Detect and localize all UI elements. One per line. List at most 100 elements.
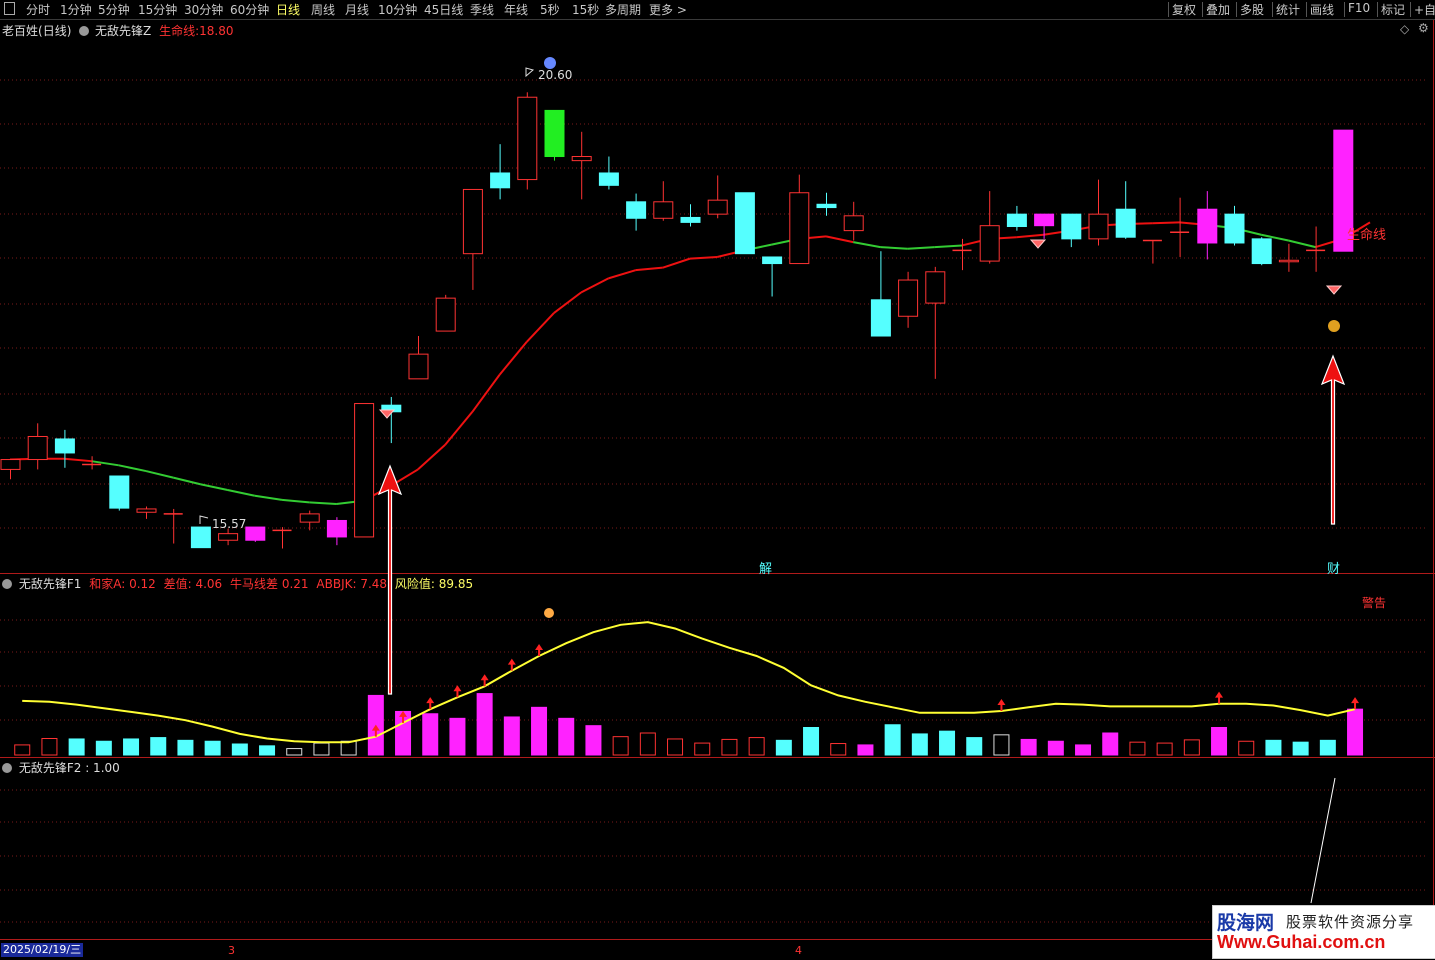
candle-body xyxy=(1034,213,1055,227)
lifeline-segment xyxy=(689,255,718,260)
watermark-slogan: 股票软件资源分享 xyxy=(1286,913,1415,931)
low-price-label: 15.57 xyxy=(212,517,247,531)
f1-indicator-name[interactable]: 无敌先锋F1 xyxy=(19,577,82,591)
candle-body xyxy=(1006,213,1027,228)
f1-item-label-2: 牛马线差 xyxy=(226,577,279,591)
candle-body xyxy=(979,225,1000,262)
watermark-url: Www.Guhai.com.cn xyxy=(1217,932,1386,952)
lifeline-segment xyxy=(281,498,310,504)
f1-bar xyxy=(830,743,847,756)
candle-body xyxy=(299,513,320,523)
f1-bar xyxy=(1102,732,1119,756)
candle-body xyxy=(109,475,130,509)
f1-bar xyxy=(123,738,140,756)
f1-bar xyxy=(340,740,357,756)
f1-up-arrow-icon xyxy=(997,699,1006,711)
lifeline-segment xyxy=(64,457,92,463)
candle-body xyxy=(653,201,674,219)
lifeline-segment xyxy=(145,470,174,479)
indicator-toggle-icon[interactable] xyxy=(79,26,90,36)
watermark-logo: 股海网 股票软件资源分享 Www.Guhai.com.cn xyxy=(1212,905,1435,959)
lifeline-segment xyxy=(580,277,609,294)
f1-bar xyxy=(204,740,221,756)
f1-bar xyxy=(41,738,58,756)
main-panel-header: 老百姓(日线) 无敌先锋Z 生命线:18.80 xyxy=(2,22,234,39)
f1-bar xyxy=(939,730,956,756)
lifeline-segment xyxy=(825,235,854,244)
warning-label: 警告 xyxy=(1362,596,1387,610)
candle-body xyxy=(1115,208,1136,238)
f1-bar xyxy=(531,706,548,756)
candle-body xyxy=(462,188,483,255)
f2-toggle-icon[interactable] xyxy=(2,763,12,773)
lifeline-segment xyxy=(662,257,691,269)
f1-bar xyxy=(1319,739,1336,756)
f1-bar xyxy=(95,740,112,756)
lifeline-segment xyxy=(553,291,582,314)
diamond-signal-icon xyxy=(378,409,396,419)
lifeline-segment xyxy=(417,443,446,471)
f1-bar xyxy=(993,734,1010,756)
f1-item-value-3: 7.48 xyxy=(356,577,388,591)
date-cursor-label: 2025/02/19/三 xyxy=(1,943,84,957)
f1-item-label-1: 差值: xyxy=(159,577,192,591)
panel-diamond-icon[interactable]: ◇ xyxy=(1400,22,1409,36)
diamond-signal-icon xyxy=(1029,239,1047,249)
lifeline-segment xyxy=(498,341,528,376)
f1-bar xyxy=(1292,741,1309,756)
f1-bar xyxy=(313,742,330,756)
date-axis-label-3: 3 xyxy=(228,944,235,957)
lifeline-segment xyxy=(635,266,663,272)
candle-body xyxy=(1088,213,1109,240)
candle-body xyxy=(571,156,592,162)
candle-body xyxy=(544,109,565,158)
f1-toggle-icon[interactable] xyxy=(2,579,12,589)
lifeline-segment xyxy=(934,244,963,249)
panel-settings-icon[interactable]: ⚙ xyxy=(1418,21,1429,35)
candle-body xyxy=(598,172,619,186)
candle-body xyxy=(0,459,21,470)
date-axis-label-4: 4 xyxy=(795,944,802,957)
f1-bar xyxy=(1047,740,1064,756)
candle-body xyxy=(54,438,75,454)
lifeline-segment xyxy=(1152,221,1180,225)
f1-bar xyxy=(286,748,303,756)
candle-body xyxy=(816,203,837,209)
f1-item-value-4: 89.85 xyxy=(434,577,474,591)
f1-bar xyxy=(857,744,874,756)
lifeline-segment xyxy=(200,483,228,491)
candle-body xyxy=(680,216,701,223)
f1-bar xyxy=(803,727,820,756)
lifeline-segment xyxy=(526,312,555,343)
chart-canvas xyxy=(0,20,1435,940)
lifeline-segment xyxy=(172,476,201,486)
candle-body xyxy=(789,192,810,265)
f1-bar xyxy=(721,738,738,756)
candle-body xyxy=(490,172,511,189)
f1-bar xyxy=(150,737,167,756)
lifeline-label: 生命线: xyxy=(159,24,200,38)
f1-bar xyxy=(667,738,684,756)
lifeline-segment xyxy=(1016,233,1044,239)
candle-body xyxy=(1197,208,1218,244)
candle-body xyxy=(190,526,211,549)
f1-bar xyxy=(259,745,276,756)
money-bag-icon xyxy=(1328,320,1340,332)
f1-bar xyxy=(1347,708,1364,756)
high-price-label: 20.60 xyxy=(538,68,573,82)
f1-bar xyxy=(612,736,629,756)
indicator-name-z[interactable]: 无敌先锋Z xyxy=(95,24,151,38)
marker-cai: 财 xyxy=(1327,562,1341,577)
candle-body xyxy=(1061,213,1082,240)
f2-indicator-name[interactable]: 无敌先锋F2 xyxy=(19,761,82,775)
lifeline-segment xyxy=(471,374,501,413)
f1-bar xyxy=(1211,727,1228,756)
f1-risk-line xyxy=(22,621,1356,744)
f1-item-label-3: ABBJK: xyxy=(312,577,357,591)
f1-bar xyxy=(639,732,656,756)
candle-body xyxy=(870,299,891,337)
f1-bar xyxy=(1183,739,1200,756)
candle-body xyxy=(1251,238,1272,265)
candle-body xyxy=(707,199,728,215)
f1-panel-header: 无敌先锋F1 和家A: 0.12 差值: 4.06 牛马线差 0.21 ABBJ… xyxy=(2,575,473,592)
